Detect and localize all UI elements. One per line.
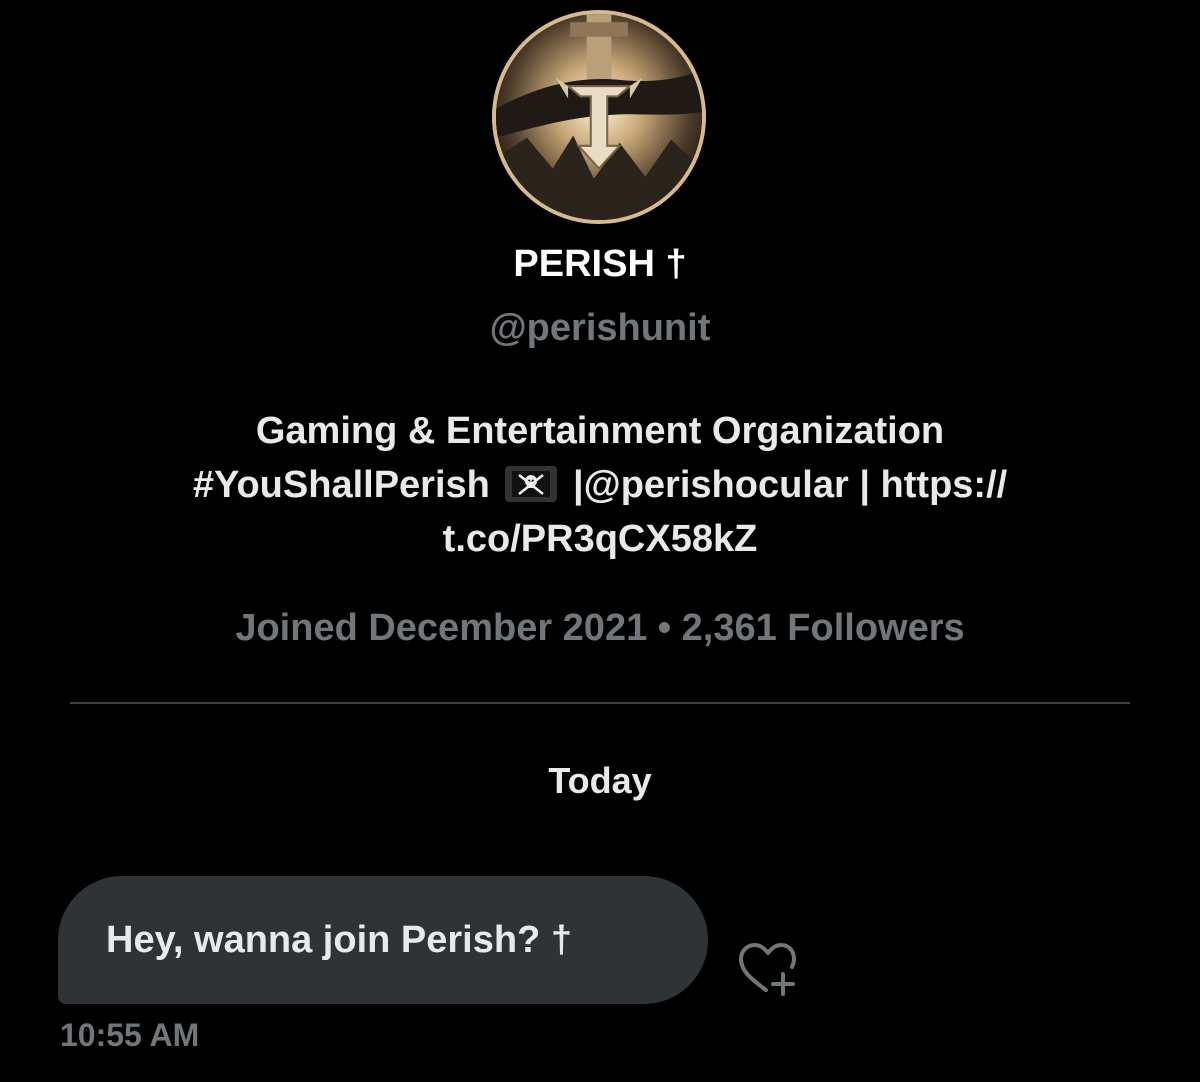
mention-link[interactable]: @perishocular: [584, 464, 849, 506]
joined-date: Joined December 2021: [235, 607, 648, 649]
message-timestamp: 10:55 AM: [60, 1017, 200, 1053]
pirate-flag-icon: [504, 464, 558, 502]
bio-separator: |: [859, 464, 870, 506]
bio-line-3: t.co/PR3qCX58kZ: [60, 512, 1140, 566]
day-separator-label: Today: [548, 760, 652, 801]
followers-count[interactable]: 2,361 Followers: [682, 607, 965, 649]
bio-line-1: Gaming & Entertainment Organization: [255, 410, 945, 452]
message-bubble[interactable]: Hey, wanna join Perish? †: [58, 876, 708, 1004]
heart-plus-icon[interactable]: [736, 940, 800, 998]
url-link-part-2[interactable]: t.co/PR3qCX58kZ: [443, 518, 758, 560]
url-link-part-1[interactable]: https://: [881, 464, 1008, 506]
message-text: Hey, wanna join Perish? †: [106, 918, 572, 961]
perish-logo-image: [496, 14, 702, 220]
hashtag-link[interactable]: #YouShallPerish: [193, 464, 490, 506]
profile-divider: [70, 702, 1130, 704]
profile-display-name: PERISH †: [513, 243, 687, 285]
profile-handle[interactable]: @perishunit: [0, 307, 1200, 350]
profile-meta: Joined December 2021 • 2,361 Followers: [0, 607, 1200, 650]
bio-separator: |: [573, 464, 584, 506]
profile-bio: Gaming & Entertainment Organization #You…: [60, 404, 1140, 566]
meta-separator: •: [657, 607, 672, 649]
bio-line-2: #YouShallPerish |@perishocular | https:/…: [60, 458, 1140, 512]
profile-avatar[interactable]: [492, 10, 706, 224]
